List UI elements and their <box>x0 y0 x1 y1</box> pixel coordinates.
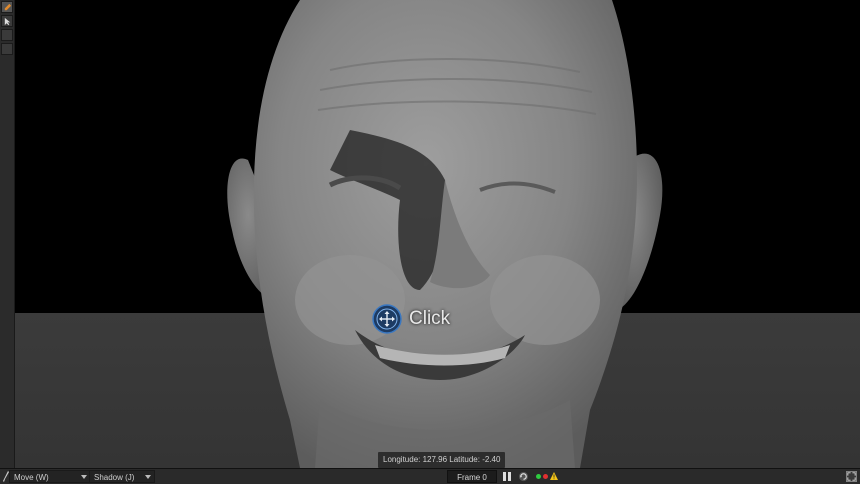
frame-field[interactable]: Frame 0 <box>447 470 497 483</box>
select-tool-button[interactable] <box>1 15 13 27</box>
chevron-down-icon <box>145 475 151 479</box>
status-dot-red <box>543 474 548 479</box>
tool-button-4[interactable] <box>1 43 13 55</box>
status-dot-green <box>536 474 541 479</box>
shadow-dropdown[interactable]: Shadow (J) <box>89 470 155 483</box>
pause-icon-bar-right <box>508 472 511 481</box>
sculpted-head-model <box>227 0 663 468</box>
coordinates-readout: Longitude: 127.96 Latitude: -2.40 <box>378 452 506 468</box>
tool-mode-dropdown[interactable]: Move (W) <box>9 470 91 483</box>
select-arrow-icon <box>4 17 10 25</box>
tool-mode-value: Move (W) <box>14 473 49 482</box>
pause-button[interactable] <box>503 472 511 481</box>
left-toolbar <box>0 0 15 468</box>
brush-tool-button[interactable] <box>1 1 13 13</box>
click-label: Click <box>409 308 451 329</box>
click-indicator: Click <box>372 304 450 334</box>
refresh-icon[interactable] <box>518 471 529 482</box>
shadow-value: Shadow (J) <box>94 473 135 482</box>
3d-viewport[interactable]: Click Longitude: 127.96 Latitude: -2.40 <box>0 0 860 468</box>
move-cursor-icon <box>372 304 402 334</box>
brush-icon <box>4 3 11 10</box>
tool-button-3[interactable] <box>1 29 13 41</box>
fullscreen-icon[interactable] <box>846 471 857 482</box>
warning-icon <box>550 472 558 480</box>
pause-icon-bar-left <box>503 472 506 481</box>
chevron-down-icon <box>81 475 87 479</box>
bottom-status-bar: Move (W) Shadow (J) Frame 0 <box>0 468 860 484</box>
